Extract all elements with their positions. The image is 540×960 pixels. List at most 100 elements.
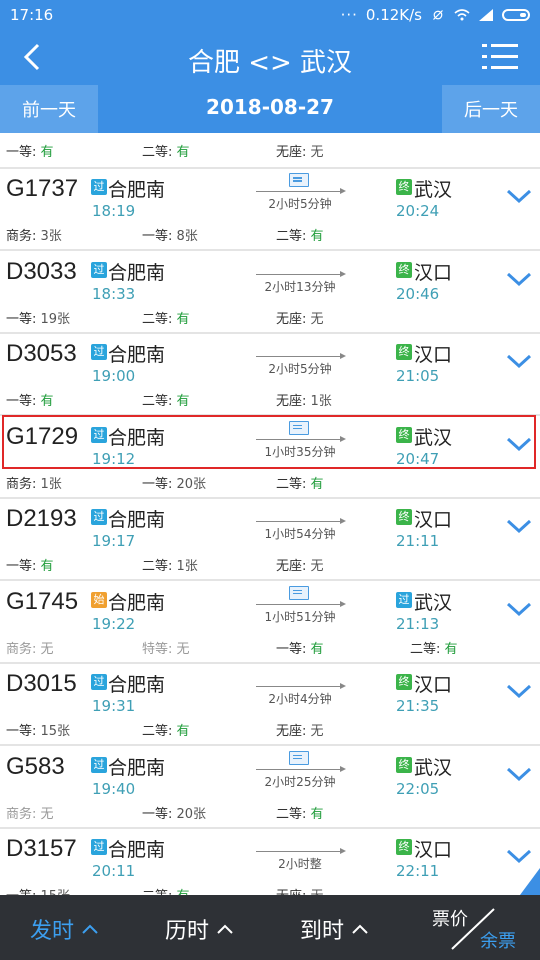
seat-availability: 15张 [40,724,71,739]
ticket-info-icon [289,585,309,600]
seat-class-label: 商务: [6,806,41,822]
seat-availability: 8张 [176,229,198,244]
departure-type-badge: 始 [91,591,107,608]
seat-availability: 有 [176,724,190,739]
seat-availability: 1张 [310,394,332,409]
seat-info: 二等: 有 [276,225,324,244]
travel-duration: 2小时5分钟 [268,197,332,211]
train-row[interactable]: D3157 过合肥南20:11 2小时整 终汉口22:11 一等: 15张 二等: 有 无座… [0,829,540,895]
seat-info: 二等: 有 [142,885,190,895]
duration-arrow [256,518,346,524]
train-row[interactable]: D3053 过合肥南 19:00 2小时5分钟终汉口 21:05 一等: 有二等: 有无座… [0,334,540,416]
seat-class-label: 一等: [6,311,41,327]
duration-arrow [256,848,346,854]
status-icons: ··· 0.12K/s [341,6,530,24]
departure-type-badge: 过 [91,179,107,195]
travel-duration: 2小时4分钟 [268,692,332,706]
wifi-icon [454,9,470,21]
departure-time: 18:33 [92,284,136,303]
train-number: D2193 [6,505,77,532]
seat-availability: 有 [310,641,324,657]
seat-availability-row: 一等: 有二等: 有无座: 1张 [0,390,540,409]
chevron-down-icon[interactable] [506,517,532,535]
seat-class-label: 商务: [6,476,41,492]
seat-availability: 有 [40,559,54,574]
date-selector[interactable]: 2018-08-27 [98,95,442,119]
sort-duration-label: 历时 [165,919,210,944]
departure-type-badge: 过 [91,839,107,855]
seat-availability: 20张 [176,476,207,492]
seat-info: 商务: 3张 [6,225,62,244]
duration-arrow [256,683,346,689]
chevron-down-icon[interactable] [506,847,532,865]
train-row[interactable]: D3015 过合肥南 19:31 2小时4分钟 终汉口 21:35 一等: 15张 二等: 有… [0,664,540,746]
chevron-down-icon[interactable] [506,352,532,370]
seat-availability: 1张 [176,559,198,574]
chevron-down-icon[interactable] [506,600,532,618]
sort-depart-label: 发时 [30,919,75,944]
train-row[interactable]: D3033 过合肥南 18:33 2小时13分钟 终汉口 20:46 一等: 19张 二等: … [0,252,540,334]
menu-icon[interactable] [482,42,518,72]
departure-station: 合肥南 [108,591,166,614]
train-row[interactable]: G1745 始合肥南 19:22 1小时51分钟过武汉 21:13 商务: 无特等: 无一… [0,582,540,664]
arrival-station: 汉口 [414,509,453,531]
seat-availability: 有 [310,806,324,822]
departure-time: 18:19 [92,202,136,220]
arrival-station: 武汉 [414,756,453,779]
sort-depart-button[interactable]: 发时 [30,913,98,945]
train-row[interactable]: G1737 过合肥南 18:19 2小时5分钟 终武汉 20:24 商务: 3张 一等: 8张… [0,169,540,251]
seat-info: 特等: 无 [142,638,190,657]
duration-arrow [256,353,346,359]
arrival-time: 21:13 [396,614,440,633]
sort-price-button[interactable]: 票价 余票 [426,903,516,953]
seat-info: 无座: 1张 [276,390,332,409]
train-list[interactable]: 一等: 有二等: 有无座: 无 G1737 过合肥南 18:19 2小时5分钟终武汉 2… [0,133,540,895]
chevron-down-icon[interactable] [506,270,532,288]
next-day-button[interactable]: 后一天 [442,85,540,133]
nav-bar: 合肥 <> 武汉 [0,30,540,85]
seat-availability: 有 [176,145,190,160]
seat-class-label: 无座: [276,394,311,409]
chevron-up-icon [352,924,368,934]
arrival-time: 21:11 [396,532,440,550]
seat-info: 一等: 有 [6,555,54,574]
prev-day-button[interactable]: 前一天 [0,85,98,133]
seat-availability: 有 [310,476,324,492]
arrival-station: 武汉 [414,591,453,614]
duration-arrow [256,270,346,277]
seat-info: 一等: 有 [6,141,54,160]
chevron-down-icon[interactable] [506,682,532,700]
seat-availability: 19张 [40,311,71,327]
seat-info: 商务: 无 [6,803,54,822]
seat-availability: 有 [310,229,324,244]
chevron-down-icon[interactable] [506,765,532,783]
departure-station: 合肥南 [108,179,166,201]
arrival-station: 汉口 [414,261,453,284]
seat-availability: 3张 [40,229,62,244]
seat-availability-row: 一等: 有二等: 有无座: 无 [0,141,540,160]
seat-info: 无座: 无 [276,141,324,160]
travel-duration: 1小时54分钟 [264,527,336,541]
departure-station: 合肥南 [108,344,166,366]
seat-info: 二等: 有 [276,473,324,492]
departure-type-badge: 过 [91,756,107,773]
seat-availability-row: 商务: 无特等: 无一等: 有二等: 有 [0,638,540,657]
arrival-type-badge: 终 [396,179,412,195]
seat-info: 无座: 无 [276,720,324,739]
seat-availability: 无 [176,641,190,657]
train-row[interactable]: D2193 过合肥南 19:17 1小时54分钟 终汉口 21:11 一等: 有 二等: 1张… [0,499,540,581]
sort-duration-button[interactable]: 历时 [165,913,233,945]
seat-availability: 无 [310,145,324,160]
departure-type-badge: 过 [91,509,107,525]
seat-class-label: 二等: [142,394,177,409]
train-row[interactable]: G583 过合肥南 19:40 2小时25分钟 终武汉 22:05 商务: 无 一等: 20张… [0,747,540,829]
seat-info: 一等: 20张 [142,473,206,492]
tickets-left-label: 余票 [480,931,516,952]
chevron-down-icon[interactable] [506,187,532,205]
seat-class-label: 一等: [142,476,177,492]
arrival-time: 20:46 [396,284,440,303]
sort-arrive-button[interactable]: 到时 [300,913,368,945]
travel-duration: 2小时整 [278,857,322,871]
departure-type-badge: 过 [91,261,107,278]
seat-info: 一等: 19张 [6,308,70,327]
